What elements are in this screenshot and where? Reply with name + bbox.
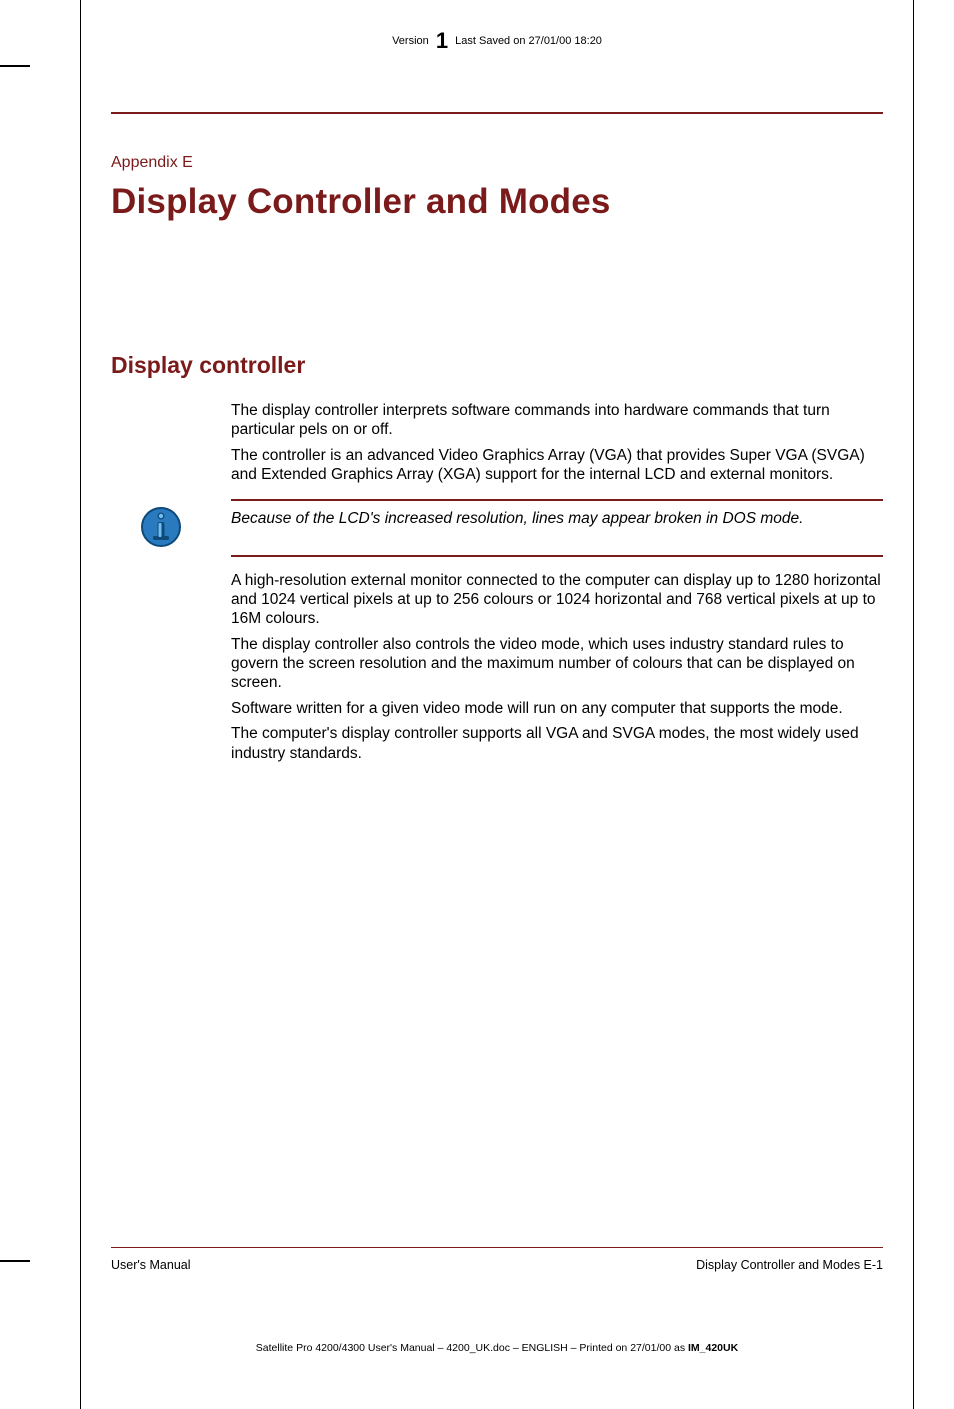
paragraph: The display controller also controls the… xyxy=(231,635,883,693)
print-line-bold: IM_420UK xyxy=(688,1342,738,1354)
crop-mark xyxy=(0,65,30,67)
saved-text: Last Saved on 27/01/00 18:20 xyxy=(455,35,602,47)
content-block-1: The display controller interprets softwa… xyxy=(231,401,883,485)
note-text: Because of the LCD's increased resolutio… xyxy=(231,507,803,528)
footer-right: Display Controller and Modes E-1 xyxy=(696,1258,883,1272)
note-inner: Because of the LCD's increased resolutio… xyxy=(111,501,883,555)
footer-left: User's Manual xyxy=(111,1258,191,1272)
footer: User's Manual Display Controller and Mod… xyxy=(111,1247,883,1272)
crop-mark xyxy=(0,1260,30,1262)
paragraph: A high-resolution external monitor conne… xyxy=(231,571,883,629)
print-line: Satellite Pro 4200/4300 User's Manual – … xyxy=(81,1342,913,1354)
content-block-2: A high-resolution external monitor conne… xyxy=(231,571,883,763)
top-rule xyxy=(111,112,883,114)
header: Version 1 Last Saved on 27/01/00 18:20 xyxy=(111,0,883,62)
note-box: Because of the LCD's increased resolutio… xyxy=(111,499,883,557)
print-line-text: Satellite Pro 4200/4300 User's Manual – … xyxy=(256,1342,688,1354)
version-number: 1 xyxy=(432,28,452,53)
info-icon xyxy=(139,505,183,549)
footer-rule xyxy=(111,1247,883,1248)
paragraph: The computer's display controller suppor… xyxy=(231,724,883,763)
page-border xyxy=(913,0,914,1409)
paragraph: The controller is an advanced Video Grap… xyxy=(231,446,883,485)
version-label: Version xyxy=(392,35,429,47)
page-title: Display Controller and Modes xyxy=(111,182,883,222)
paragraph: The display controller interprets softwa… xyxy=(231,401,883,440)
footer-row: User's Manual Display Controller and Mod… xyxy=(111,1258,883,1272)
section-title: Display controller xyxy=(111,352,883,379)
appendix-label: Appendix E xyxy=(111,154,883,172)
note-rule xyxy=(231,555,883,557)
paragraph: Software written for a given video mode … xyxy=(231,699,883,718)
page-container: Version 1 Last Saved on 27/01/00 18:20 A… xyxy=(81,0,913,1409)
